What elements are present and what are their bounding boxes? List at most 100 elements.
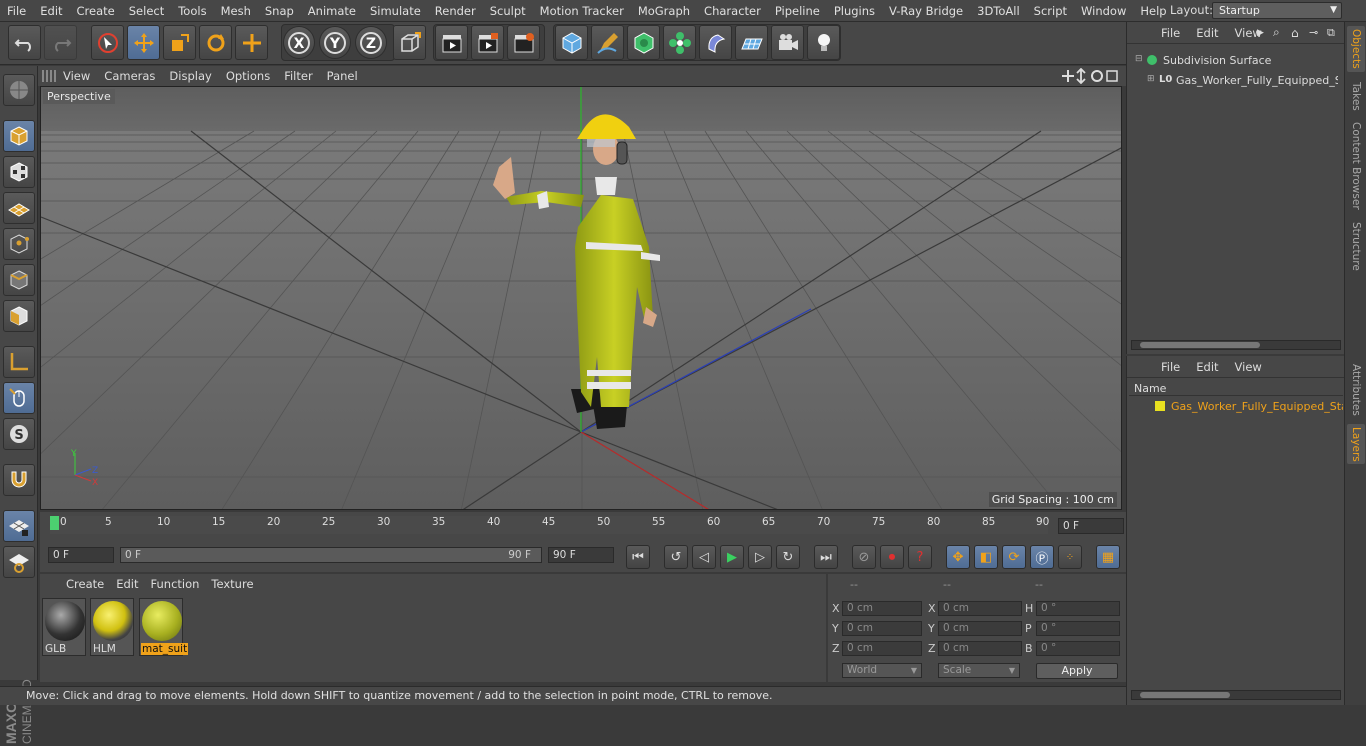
scrollbar-thumb[interactable] — [1140, 342, 1260, 348]
z-axis-button[interactable]: Z — [355, 26, 387, 59]
x-axis-button[interactable]: X — [283, 26, 315, 59]
tab-objects[interactable]: Objects — [1347, 26, 1365, 72]
menu-plugins[interactable]: Plugins — [827, 4, 882, 18]
deformer-button[interactable] — [699, 25, 732, 60]
preview-range-slider[interactable]: 0 F 90 F — [120, 547, 542, 563]
camera-button[interactable] — [771, 25, 804, 60]
new-window-icon[interactable]: ⧉ — [1327, 26, 1335, 40]
transform-tool-button[interactable] — [235, 25, 268, 60]
object-row-gas-worker[interactable]: ⊞ L0 Gas_Worker_Fully_Equipped_Sta — [1133, 72, 1338, 90]
texture-mode-button[interactable] — [3, 156, 35, 188]
cube-button[interactable] — [555, 25, 588, 60]
light-button[interactable] — [807, 25, 840, 60]
redo-button[interactable] — [44, 25, 77, 60]
viewport-menu-cameras[interactable]: Cameras — [97, 69, 162, 83]
autokey-button[interactable]: ⏺ — [880, 545, 904, 569]
viewport-menu-filter[interactable]: Filter — [277, 69, 319, 83]
key-point-level-button[interactable]: ⁘ — [1058, 545, 1082, 569]
tab-structure[interactable]: Structure — [1347, 218, 1365, 274]
workplane-lock-button[interactable] — [3, 510, 35, 542]
scrollbar-thumb[interactable] — [1140, 692, 1230, 698]
next-key-button[interactable]: ↻ — [776, 545, 800, 569]
pen-spline-button[interactable] — [591, 25, 624, 60]
make-editable-button[interactable] — [3, 74, 35, 106]
menu-vray-bridge[interactable]: V-Ray Bridge — [882, 4, 970, 18]
key-position-button[interactable]: ✥ — [946, 545, 970, 569]
material-mat-suit[interactable]: mat_suit — [139, 598, 189, 656]
viewport-navigation-icons[interactable] — [1060, 68, 1120, 84]
layer-menu-edit[interactable]: Edit — [1188, 360, 1226, 374]
rot-h-field[interactable]: 0 ° — [1036, 601, 1120, 616]
home-icon[interactable]: ⌂ — [1291, 26, 1299, 40]
axis-mode-button[interactable] — [3, 346, 35, 378]
start-frame-field[interactable]: 0 F — [48, 547, 114, 563]
current-frame-field[interactable]: 0 F — [1058, 518, 1124, 534]
layer-column-header[interactable]: Name — [1129, 380, 1343, 396]
perspective-viewport[interactable]: Perspective Grid Spacing : 100 cm Y Z X — [40, 86, 1122, 510]
layer-menu-file[interactable]: File — [1153, 360, 1188, 374]
pos-z-field[interactable]: 0 cm — [842, 641, 922, 656]
menu-script[interactable]: Script — [1027, 4, 1074, 18]
previous-frame-button[interactable]: ◁ — [692, 545, 716, 569]
rot-b-field[interactable]: 0 ° — [1036, 641, 1120, 656]
menu-motion-tracker[interactable]: Motion Tracker — [533, 4, 631, 18]
object-horizontal-scrollbar[interactable] — [1131, 340, 1341, 350]
menu-snap[interactable]: Snap — [258, 4, 301, 18]
material-hlm[interactable]: HLM — [90, 598, 134, 656]
go-to-start-button[interactable]: ⏮ — [626, 545, 650, 569]
timeline-window-button[interactable]: ▦ — [1096, 545, 1120, 569]
play-button[interactable]: ▶ — [720, 545, 744, 569]
keyframe-selection-button[interactable]: ? — [908, 545, 932, 569]
end-frame-field[interactable]: 90 F — [548, 547, 614, 563]
menu-mesh[interactable]: Mesh — [214, 4, 258, 18]
timeline-ruler[interactable]: 0 5 10 15 20 25 30 35 40 45 50 55 60 65 … — [40, 512, 1126, 542]
pos-x-field[interactable]: 0 cm — [842, 601, 922, 616]
search-icon[interactable]: ⌕ — [1273, 25, 1280, 40]
menu-character[interactable]: Character — [697, 4, 768, 18]
floor-button[interactable] — [735, 25, 768, 60]
menu-mograph[interactable]: MoGraph — [631, 4, 697, 18]
filter-icon[interactable]: ⊸ — [1309, 26, 1318, 39]
cloner-button[interactable] — [663, 25, 696, 60]
menu-pipeline[interactable]: Pipeline — [768, 4, 827, 18]
viewport-menu-panel[interactable]: Panel — [320, 69, 365, 83]
viewport-camera-label[interactable]: Perspective — [43, 89, 115, 104]
tweak-mode-button[interactable] — [3, 382, 35, 414]
material-menu-function[interactable]: Function — [145, 577, 206, 591]
menu-sculpt[interactable]: Sculpt — [483, 4, 533, 18]
layer-row-gas-worker[interactable]: Gas_Worker_Fully_Equipped_Stan — [1129, 398, 1343, 416]
tree-collapse-icon[interactable]: ⊟ — [1135, 54, 1143, 64]
object-menu-file[interactable]: File — [1153, 26, 1188, 40]
menu-select[interactable]: Select — [122, 4, 171, 18]
layout-select[interactable]: Startup ▼ — [1212, 2, 1342, 19]
points-mode-button[interactable] — [3, 228, 35, 260]
record-keys-button[interactable]: ⊘ — [852, 545, 876, 569]
menu-file[interactable]: File — [0, 4, 33, 18]
material-glb[interactable]: GLB — [42, 598, 86, 656]
menu-window[interactable]: Window — [1074, 4, 1133, 18]
key-parameter-button[interactable]: Ⓟ — [1030, 545, 1054, 569]
material-menu-texture[interactable]: Texture — [205, 577, 259, 591]
render-settings-button[interactable] — [507, 25, 540, 60]
material-menu-create[interactable]: Create — [60, 577, 110, 591]
snap-button[interactable] — [3, 464, 35, 496]
undo-button[interactable] — [8, 25, 41, 60]
material-menu-edit[interactable]: Edit — [110, 577, 144, 591]
y-axis-button[interactable]: Y — [319, 26, 351, 59]
tab-content-browser[interactable]: Content Browser — [1347, 120, 1365, 212]
menu-render[interactable]: Render — [428, 4, 483, 18]
go-to-end-button[interactable]: ⏭ — [814, 545, 838, 569]
planar-workplane-button[interactable] — [3, 546, 35, 578]
apply-button[interactable]: Apply — [1036, 663, 1118, 679]
tab-takes[interactable]: Takes — [1347, 78, 1365, 114]
object-menu-edit[interactable]: Edit — [1188, 26, 1226, 40]
size-mode-select[interactable]: Scale ▼ — [938, 663, 1020, 678]
viewport-menu-options[interactable]: Options — [219, 69, 277, 83]
viewport-menu-view[interactable]: View — [56, 69, 97, 83]
menu-edit[interactable]: Edit — [33, 4, 69, 18]
pos-y-field[interactable]: 0 cm — [842, 621, 922, 636]
size-x-field[interactable]: 0 cm — [938, 601, 1022, 616]
render-picture-viewer-button[interactable] — [471, 25, 504, 60]
tab-attributes[interactable]: Attributes — [1347, 360, 1365, 420]
key-scale-button[interactable]: ◧ — [974, 545, 998, 569]
